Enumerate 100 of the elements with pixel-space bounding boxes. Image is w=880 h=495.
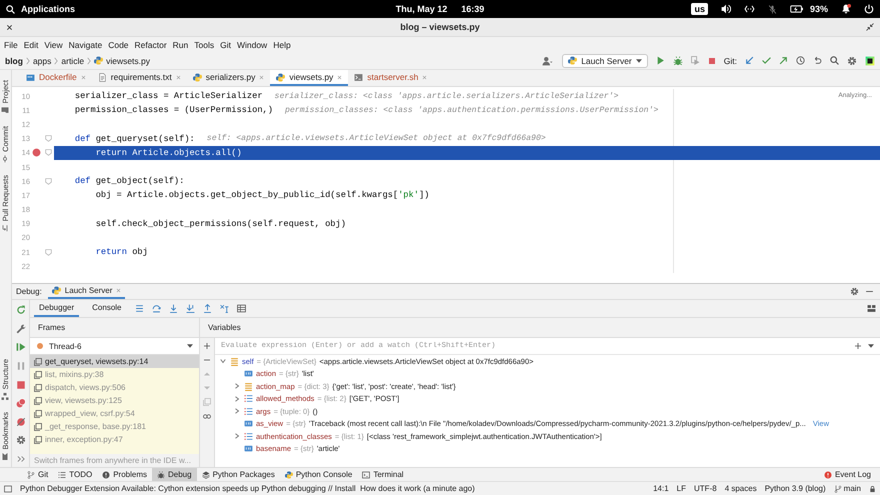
- notification-box-icon[interactable]: [4, 484, 12, 492]
- tool-window-button[interactable]: Python Packages: [196, 468, 280, 481]
- network-icon[interactable]: [744, 4, 755, 14]
- fold-icon[interactable]: [44, 149, 52, 156]
- stop-icon[interactable]: [708, 56, 716, 64]
- history-icon[interactable]: [796, 56, 805, 65]
- menu-item[interactable]: Edit: [20, 40, 42, 50]
- rerun-icon[interactable]: [16, 305, 26, 315]
- file-icon: [26, 72, 35, 82]
- inline-hint: serializer_class: <class 'apps.article.serializers.ArticleSerializer'>: [274, 92, 618, 101]
- settings-icon[interactable]: [850, 287, 859, 296]
- variable-type-icon: [244, 444, 253, 454]
- layout-icon[interactable]: [867, 304, 876, 313]
- breakpoint-icon[interactable]: [32, 148, 40, 158]
- coverage-icon[interactable]: [690, 56, 700, 65]
- checkmark-icon[interactable]: [762, 56, 771, 65]
- tool-window-button[interactable]: TODO: [53, 468, 98, 481]
- push-icon[interactable]: [779, 56, 788, 65]
- keyboard-layout-indicator[interactable]: us: [691, 3, 708, 15]
- stop-icon[interactable]: [16, 380, 26, 390]
- step-over-icon[interactable]: [152, 304, 160, 313]
- tool-window-button[interactable]: Python Console: [280, 468, 358, 481]
- variable-type-icon: [244, 406, 253, 416]
- indent-setting[interactable]: 4 spaces: [724, 484, 757, 493]
- run-configuration-dropdown[interactable]: Lauch Server: [562, 54, 648, 68]
- run-icon[interactable]: [656, 56, 665, 65]
- speaker-icon[interactable]: [720, 4, 731, 14]
- battery-icon[interactable]: [790, 4, 804, 14]
- wrench-icon[interactable]: [16, 324, 26, 334]
- debug-session-tab[interactable]: Lauch Server: [48, 284, 126, 299]
- file-encoding[interactable]: UTF-8: [694, 484, 717, 493]
- debug-icon[interactable]: [672, 56, 683, 66]
- fold-icon[interactable]: [44, 248, 52, 256]
- tool-window-button[interactable]: Terminal: [357, 468, 409, 481]
- debugger-tab[interactable]: Console: [87, 300, 126, 317]
- menu-item[interactable]: Window: [234, 40, 270, 50]
- breadcrumb-item[interactable]: article: [61, 56, 84, 66]
- frame-icon: [34, 370, 42, 378]
- resume-icon[interactable]: [16, 342, 26, 352]
- step-out-icon[interactable]: [202, 304, 212, 313]
- microphone-off-icon[interactable]: [768, 4, 777, 14]
- settings-icon[interactable]: [847, 56, 857, 66]
- thread-dropdown[interactable]: Thread-6: [30, 338, 199, 355]
- settings-icon[interactable]: [16, 435, 26, 446]
- menu-item[interactable]: Help: [270, 40, 294, 50]
- glasses-icon[interactable]: [203, 412, 211, 420]
- stack-frame[interactable]: get_queryset, viewsets.py:14: [30, 355, 199, 368]
- update-icon[interactable]: [745, 56, 754, 65]
- search-icon[interactable]: [830, 56, 839, 65]
- power-icon[interactable]: [864, 4, 874, 14]
- debugger-tab[interactable]: Debugger: [34, 300, 80, 317]
- event-log-button[interactable]: Event Log: [818, 468, 876, 481]
- caret-position[interactable]: 14:1: [653, 484, 669, 493]
- menu-item[interactable]: Run: [170, 40, 192, 50]
- fold-icon[interactable]: [44, 135, 52, 142]
- breadcrumb-item[interactable]: apps: [32, 56, 52, 66]
- step-into-my-code-icon[interactable]: [186, 304, 194, 313]
- menu-item[interactable]: Code: [105, 40, 132, 50]
- menu-item[interactable]: Tools: [191, 40, 218, 50]
- collapse-icon[interactable]: [866, 23, 874, 31]
- tool-window-button[interactable]: Problems: [97, 468, 152, 481]
- menu-item[interactable]: View: [41, 40, 66, 50]
- run-to-cursor-icon[interactable]: [220, 304, 228, 313]
- menu-item[interactable]: Navigate: [66, 40, 106, 50]
- table-icon[interactable]: [236, 304, 246, 313]
- pause-icon[interactable]: [16, 360, 26, 371]
- menu-icon[interactable]: [134, 304, 144, 313]
- add-icon[interactable]: [854, 342, 862, 350]
- mute-breakpoints-icon[interactable]: [16, 416, 26, 427]
- file-icon: [276, 72, 286, 82]
- app-logo-icon[interactable]: [865, 56, 875, 66]
- menu-item[interactable]: Refactor: [132, 40, 170, 50]
- tool-window-button[interactable]: Git: [22, 468, 54, 481]
- caret-icon[interactable]: [868, 344, 874, 348]
- bell-icon[interactable]: [841, 4, 851, 14]
- more-icon[interactable]: [16, 454, 26, 464]
- fold-icon[interactable]: [44, 178, 52, 185]
- user-icon[interactable]: [541, 56, 554, 66]
- frames-hint: Switch frames from anywhere in the IDE w...: [30, 454, 199, 467]
- editor-tab[interactable]: requirements.txt: [92, 70, 187, 86]
- menu-item[interactable]: File: [1, 40, 21, 50]
- lock-icon[interactable]: [869, 484, 876, 492]
- step-into-icon[interactable]: [168, 304, 178, 313]
- python-interpreter[interactable]: Python 3.9 (blog): [764, 484, 826, 493]
- line-separator[interactable]: LF: [676, 484, 686, 493]
- breakpoints-icon[interactable]: [16, 398, 26, 408]
- close-icon[interactable]: [6, 24, 13, 30]
- editor-tab[interactable]: viewsets.py: [270, 70, 348, 86]
- rollback-icon[interactable]: [813, 56, 822, 65]
- breadcrumb-item[interactable]: blog: [5, 56, 23, 66]
- applications-button[interactable]: Applications: [21, 4, 76, 14]
- git-branch-button[interactable]: main: [834, 484, 861, 493]
- editor-tab[interactable]: serializers.py: [186, 70, 270, 86]
- frame-icon: [34, 358, 42, 366]
- tool-window-button[interactable]: Debug: [152, 468, 197, 481]
- editor-tab[interactable]: Dockerfile: [20, 70, 92, 86]
- breadcrumb-item[interactable]: viewsets.py: [106, 56, 150, 66]
- editor-tab[interactable]: startserver.sh: [348, 70, 434, 86]
- add-watch-icon[interactable]: [203, 342, 211, 350]
- menu-item[interactable]: Git: [217, 40, 234, 50]
